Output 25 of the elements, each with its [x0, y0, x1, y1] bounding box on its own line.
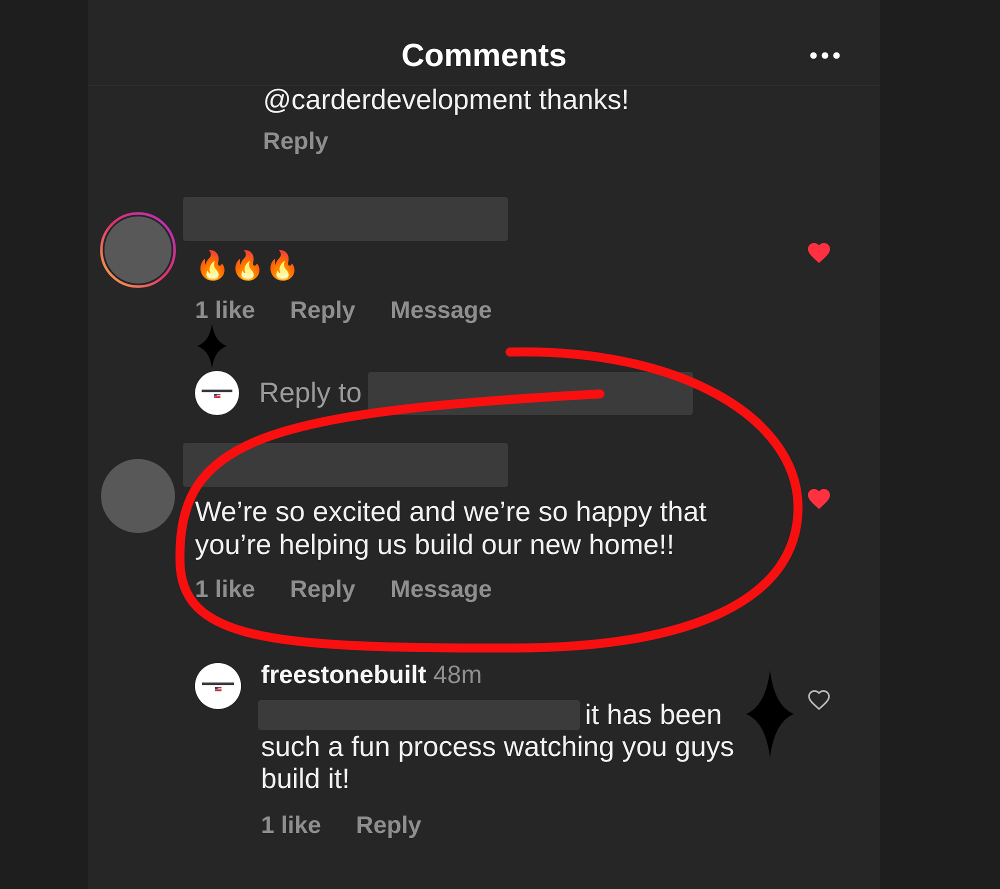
logo-icon: [195, 371, 239, 415]
comment-text: it has been such a fun process watching you guys build it!: [261, 699, 736, 795]
comment-text: We’re so excited and we’re so happy that you’re helping us build our new home!!: [195, 495, 708, 561]
comment-action-button[interactable]: Message: [390, 576, 492, 604]
comment-action-button[interactable]: Reply: [356, 812, 422, 840]
comment-action-button[interactable]: Reply: [290, 576, 356, 604]
reply-prompt[interactable]: Reply to: [259, 376, 362, 410]
logo-icon: [195, 663, 241, 709]
sparkle-icon: [746, 670, 794, 758]
comment-text: 🔥🔥🔥: [195, 249, 300, 282]
screen-title: Comments: [401, 38, 567, 72]
sparkle-icon: [197, 324, 227, 368]
comment-action-button[interactable]: Reply: [290, 297, 356, 325]
comment-action-button[interactable]: 1 like: [261, 812, 322, 840]
comment-action-button[interactable]: Reply: [263, 128, 328, 156]
comment-action-button[interactable]: 1 like: [195, 576, 256, 604]
heart-icon[interactable]: [808, 489, 830, 509]
heart-icon[interactable]: [808, 243, 830, 263]
comment-action-button[interactable]: Message: [390, 297, 492, 325]
heart-icon[interactable]: [808, 690, 830, 710]
more-options-icon[interactable]: [810, 52, 840, 59]
timestamp: 48m: [433, 662, 482, 688]
comment-action-button[interactable]: 1 like: [195, 297, 256, 325]
username[interactable]: freestonebuilt: [261, 662, 426, 688]
comment-text: @carderdevelopment thanks!: [263, 86, 630, 114]
